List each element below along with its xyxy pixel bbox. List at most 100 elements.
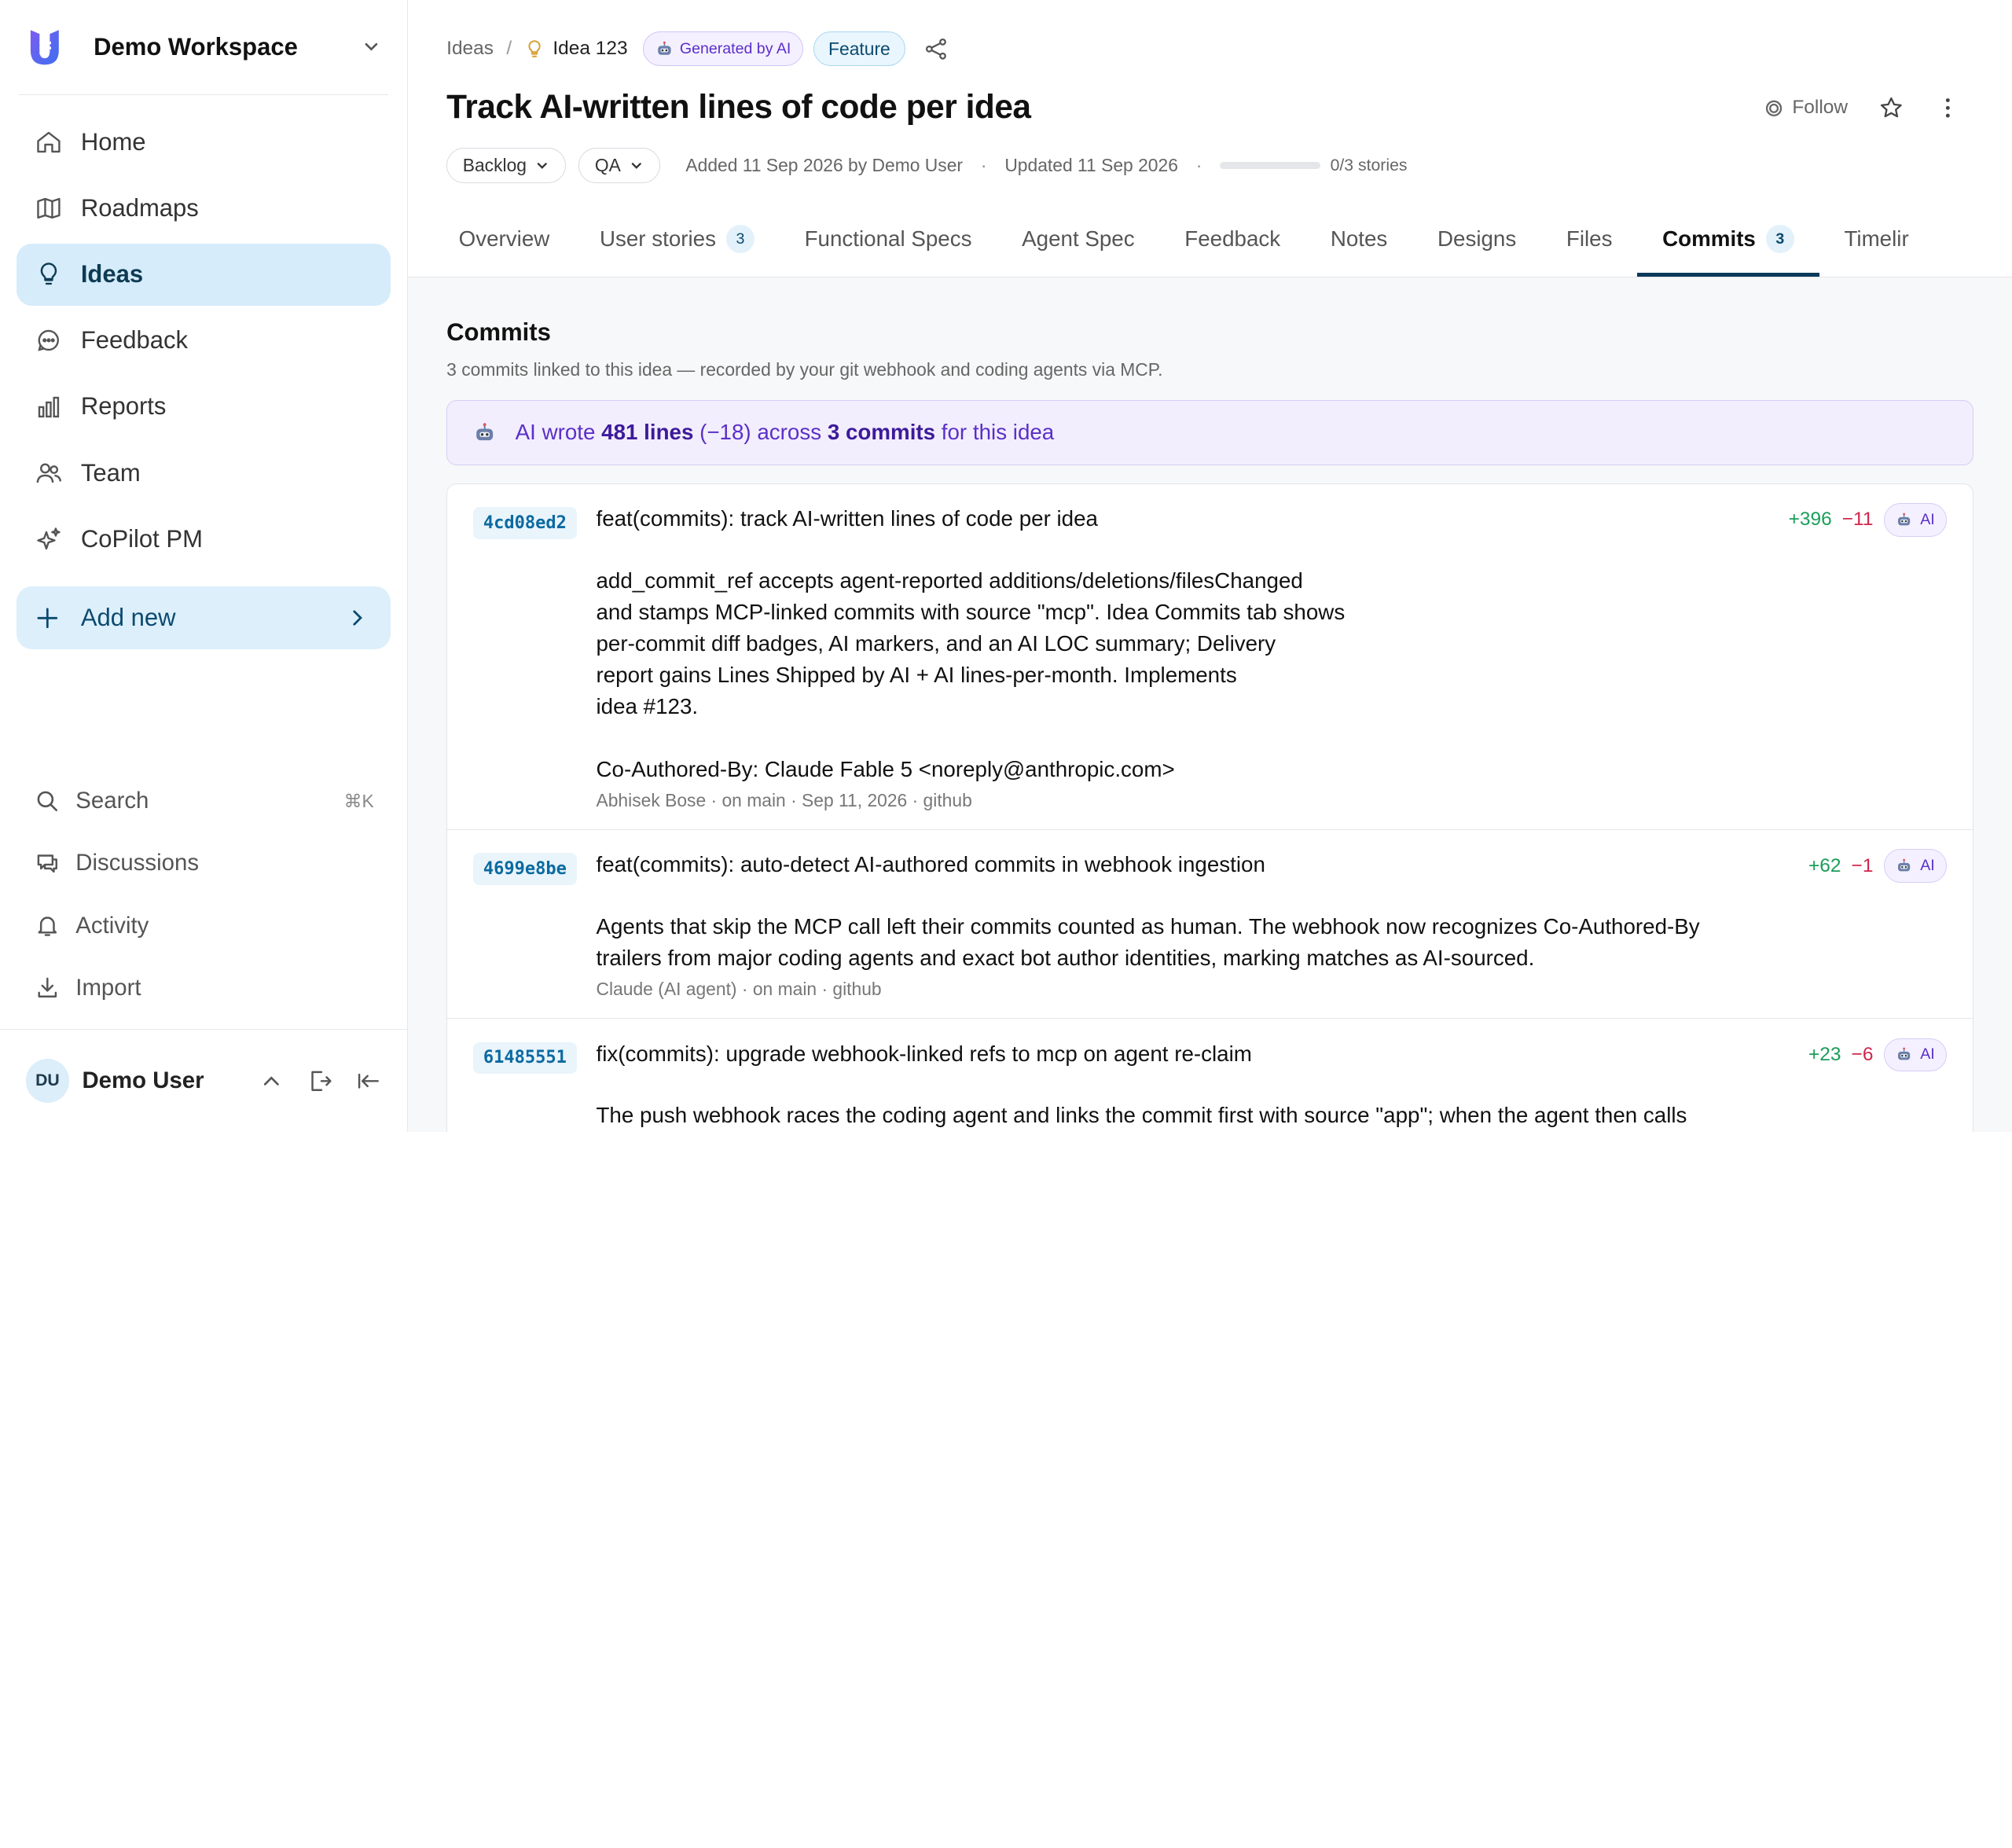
tab-overview[interactable]: Overview (434, 202, 575, 277)
nav-item-copilot[interactable]: CoPilot PM (17, 508, 391, 569)
logout-icon[interactable] (307, 1068, 333, 1094)
additions: +396 (1788, 509, 1832, 531)
map-icon (37, 198, 61, 219)
chevron-down-icon (537, 163, 547, 169)
nav-item-feedback[interactable]: Feedback (17, 310, 391, 371)
stories-count: 0/3 stories (1330, 156, 1408, 175)
add-new-label: Add new (80, 603, 176, 631)
activity-label: Activity (75, 912, 149, 939)
chat-bubble-icon (38, 330, 60, 352)
collapse-sidebar-icon[interactable] (356, 1068, 382, 1094)
nav-item-home[interactable]: Home (17, 112, 391, 173)
breadcrumb: Ideas / Idea 123 Generated by AI Feature (446, 0, 1975, 97)
nav-item-reports[interactable]: Reports (17, 376, 391, 437)
idea-header: Ideas / Idea 123 Generated by AI Feature… (408, 0, 2012, 277)
nav-item-roadmaps[interactable]: Roadmaps (17, 178, 391, 239)
feature-badge[interactable]: Feature (813, 31, 905, 67)
updated-info: Updated 11 Sep 2026 (1004, 155, 1178, 176)
status-dropdown[interactable]: Backlog (446, 147, 566, 184)
nav-label: Home (80, 128, 146, 156)
additions: +62 (1808, 854, 1841, 876)
robot-icon (658, 41, 671, 55)
additions: +23 (1808, 1043, 1841, 1065)
tab-commits[interactable]: Commits 3 (1637, 202, 1819, 277)
idea-tabs: Overview User stories 3 Functional Specs … (408, 202, 2012, 277)
tab-agent-spec[interactable]: Agent Spec (997, 202, 1159, 277)
stage-dropdown[interactable]: QA (578, 147, 660, 184)
nav-label: Ideas (80, 260, 144, 288)
main-nav: Home Roadmaps Ideas Feedback Reports Tea… (0, 95, 407, 649)
follow-icon (1766, 100, 1783, 117)
workspace-logo-icon (31, 30, 60, 65)
more-vertical-icon[interactable] (1935, 95, 1961, 121)
deletions: −1 (1851, 854, 1874, 876)
tab-count: 3 (726, 225, 754, 254)
diff-stats: +396 −11 AI (1788, 503, 1948, 537)
activity-link[interactable]: Activity (0, 895, 407, 957)
lightbulb-icon (528, 40, 542, 57)
tab-functional-specs[interactable]: Functional Specs (780, 202, 997, 277)
commit-message: The push webhook races the coding agent … (596, 1103, 1687, 1128)
search-button[interactable]: Search ⌘K (0, 770, 407, 832)
commit-sha[interactable]: 4cd08ed2 (472, 507, 577, 539)
nav-label: Feedback (80, 326, 189, 355)
commit-sha[interactable]: 4699e8be (472, 853, 577, 886)
download-icon (38, 978, 57, 998)
users-icon (36, 463, 62, 483)
bell-icon (38, 917, 57, 936)
workspace-switcher[interactable]: Demo Workspace (19, 0, 388, 95)
commit-subject: feat(commits): track AI-written lines of… (596, 506, 1098, 531)
add-new-button[interactable]: Add new (17, 586, 391, 649)
section-subtitle: 3 commits linked to this idea — recorded… (446, 359, 1163, 380)
breadcrumb-ideas-link[interactable]: Ideas (446, 38, 494, 60)
generated-by-ai-badge: Generated by AI (643, 31, 804, 67)
share-icon[interactable] (923, 36, 949, 62)
commit-message: add_commit_ref accepts agent-reported ad… (596, 568, 1346, 781)
tab-label: Functional Specs (804, 226, 972, 252)
nav-item-team[interactable]: Team (17, 442, 391, 503)
tab-timeline[interactable]: Timelir (1819, 202, 1934, 277)
ai-badge-label: AI (1920, 510, 1935, 528)
discussions-link[interactable]: Discussions (0, 832, 407, 895)
chevron-down-icon[interactable] (362, 38, 380, 56)
ai-badge-label: AI (1920, 1045, 1935, 1064)
plus-icon (37, 608, 58, 628)
commit-row[interactable]: 4699e8be feat(commits): auto-detect AI-a… (447, 830, 1973, 1020)
tab-user-stories[interactable]: User stories 3 (575, 202, 780, 277)
header-actions: Follow (1764, 95, 1960, 121)
diff-stats: +62 −1 AI (1808, 849, 1948, 883)
avatar[interactable]: DU (25, 1059, 70, 1103)
nav-label: CoPilot PM (80, 524, 203, 553)
chevron-up-icon[interactable] (259, 1068, 285, 1094)
secondary-nav: Search ⌘K Discussions Activity Import (0, 770, 407, 1020)
commit-meta: Claude (AI agent) · on main · github (596, 979, 882, 1000)
import-link[interactable]: Import (0, 957, 407, 1019)
tab-feedback[interactable]: Feedback (1159, 202, 1305, 277)
robot-icon (1898, 858, 1911, 872)
idea-meta: Backlog QA Added 11 Sep 2026 by Demo Use… (446, 147, 1975, 184)
search-label: Search (75, 788, 149, 814)
tab-notes[interactable]: Notes (1305, 202, 1412, 277)
follow-label: Follow (1792, 97, 1849, 119)
nav-item-ideas[interactable]: Ideas (17, 244, 391, 306)
stories-progress-bar (1220, 161, 1320, 170)
chevron-down-icon (631, 163, 641, 169)
import-label: Import (75, 974, 141, 1001)
status-value: Backlog (462, 155, 527, 176)
generated-by-ai-label: Generated by AI (679, 39, 791, 57)
tab-files[interactable]: Files (1541, 202, 1637, 277)
tab-label: Overview (458, 226, 550, 252)
commit-sha[interactable]: 61485551 (472, 1042, 577, 1075)
chevron-right-icon (353, 610, 363, 626)
commit-row[interactable]: 61485551 fix(commits): upgrade webhook-l… (447, 1019, 1973, 1132)
deletions: −11 (1841, 509, 1874, 531)
sparkles-icon (37, 527, 61, 549)
breadcrumb-separator: / (506, 38, 512, 60)
follow-button[interactable]: Follow (1764, 97, 1848, 119)
star-icon[interactable] (1878, 95, 1904, 121)
tab-designs[interactable]: Designs (1412, 202, 1541, 277)
commit-row[interactable]: 4cd08ed2 feat(commits): track AI-written… (447, 484, 1973, 830)
user-name[interactable]: Demo User (82, 1067, 235, 1094)
banner-mid: (−18) across (693, 420, 828, 445)
tab-label: Notes (1330, 226, 1388, 252)
